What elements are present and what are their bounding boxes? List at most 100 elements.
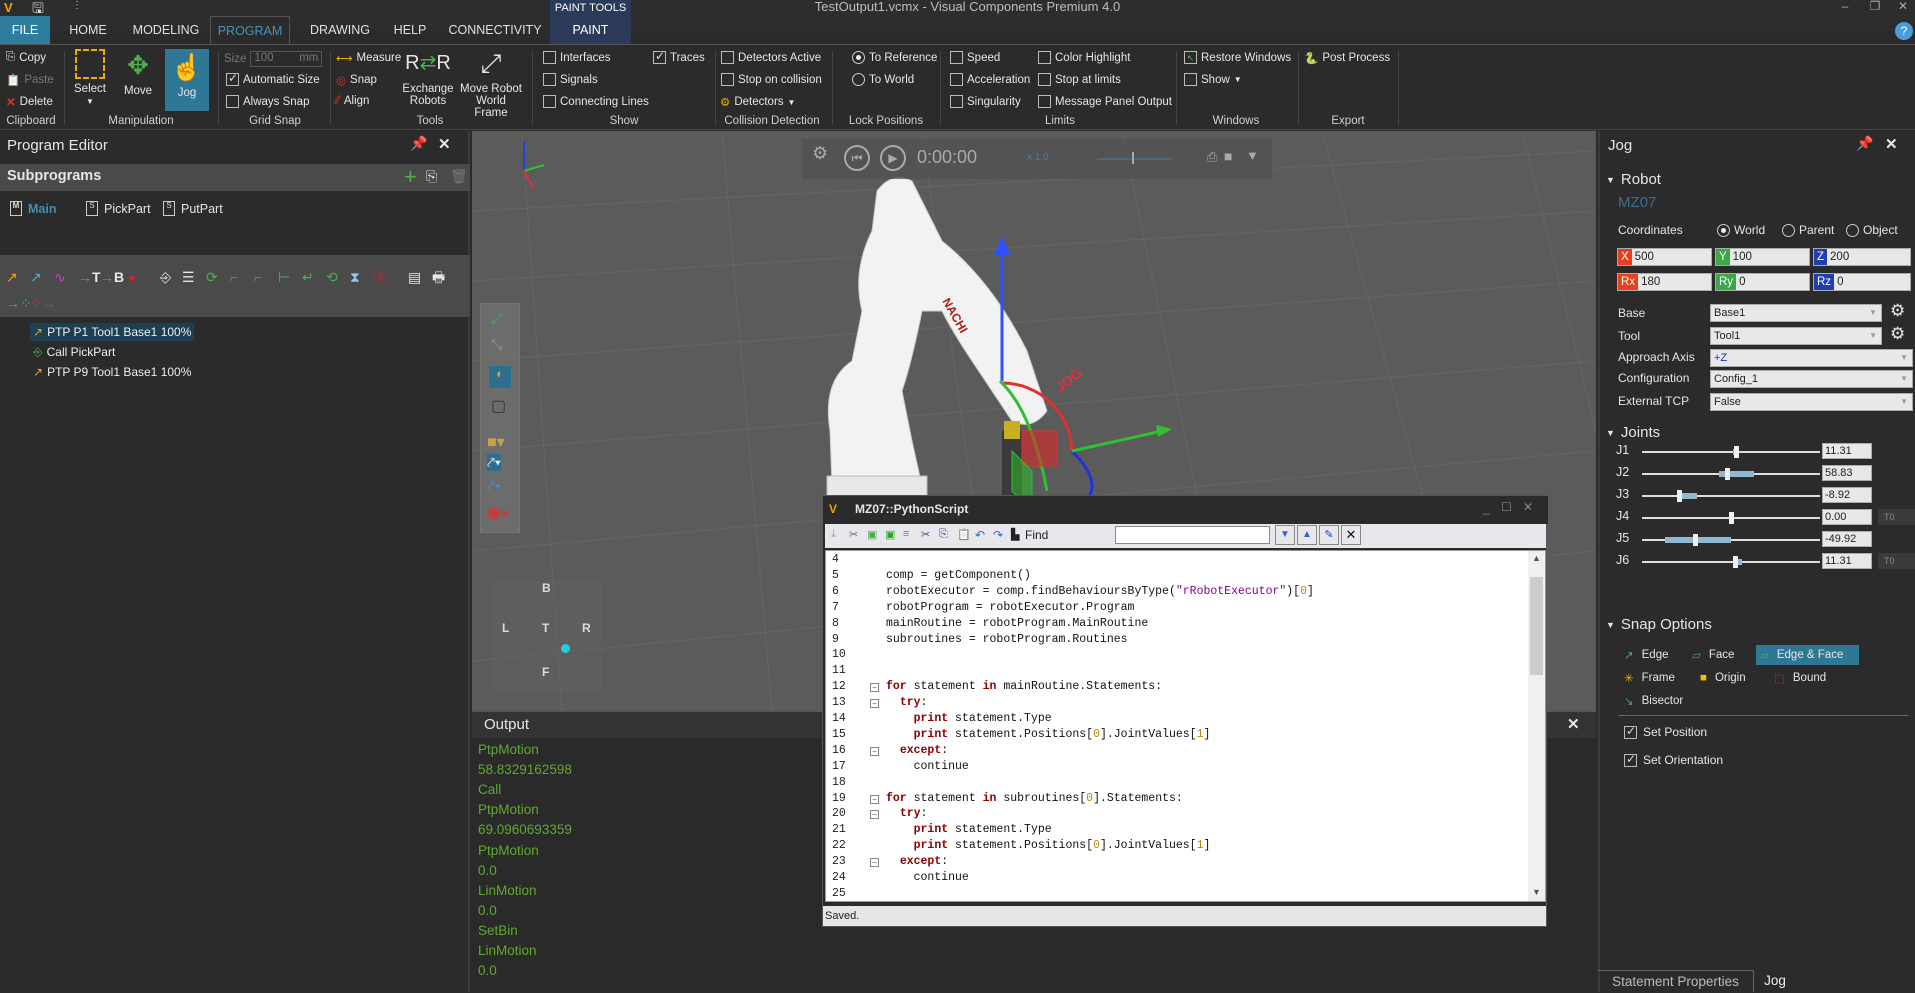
view-cube-home-dot[interactable] (561, 644, 570, 653)
joint-value-input[interactable]: 11.31 (1822, 553, 1872, 569)
render-options-icon[interactable]: ▼ (1246, 148, 1259, 163)
interfaces-checkbox[interactable]: Interfaces (543, 51, 611, 64)
code-area[interactable]: 4 5 comp = getComponent() 6 robotExecutor = … (825, 550, 1546, 902)
snap-button[interactable]: ◎ Snap (336, 73, 377, 87)
jog-button[interactable]: ☝ Jog (165, 49, 209, 111)
highlight-all-button[interactable]: ✎ (1319, 525, 1339, 545)
approach-axis-dropdown[interactable]: +Z ▼ (1710, 349, 1913, 367)
while-icon[interactable]: ⟲ (326, 269, 338, 285)
coordinates-object-radio[interactable]: Object (1846, 223, 1898, 237)
joint-turn-spinner[interactable]: T0 (1878, 553, 1915, 569)
code-line[interactable]: print statement.Type (886, 823, 1052, 836)
view-cube-back[interactable]: B (542, 581, 551, 595)
robot-section-header[interactable]: ▼ Robot (1606, 171, 1661, 188)
to-world-radio[interactable]: To World (852, 73, 914, 86)
detectors-active-checkbox[interactable]: Detectors Active (721, 51, 821, 64)
joint-value-input[interactable]: -49.92 (1822, 531, 1872, 547)
document-icon[interactable]: ▙ (1011, 528, 1019, 541)
fit-selection-icon[interactable]: ⤡ (491, 336, 502, 353)
list-icon[interactable]: ☰ (182, 269, 195, 285)
minimize-button[interactable]: – (1832, 0, 1858, 14)
close-find-button[interactable]: ✕ (1341, 525, 1361, 545)
detectors-dropdown[interactable]: ⚙ Detectors ▼ (720, 95, 795, 109)
pdf-export-icon[interactable]: ⎙ (1207, 149, 1217, 165)
align-button[interactable]: ⁄⁄ Align (336, 95, 369, 107)
code-line[interactable]: for statement in subroutines[0].Statemen… (886, 792, 1183, 805)
reset-simulation-button[interactable]: ⏮ (844, 145, 870, 171)
fold-toggle-icon[interactable]: − (870, 810, 879, 820)
joint-slider[interactable] (1642, 556, 1820, 568)
code-line[interactable]: print statement.Type (886, 712, 1052, 725)
base-settings-gear-icon[interactable]: ⚙ (1890, 301, 1905, 321)
joint-slider[interactable] (1642, 512, 1820, 524)
undo-icon[interactable]: ↶ (975, 528, 985, 542)
select-button[interactable]: Select ▼ (70, 49, 110, 108)
stop-on-collision-checkbox[interactable]: Stop on collision (721, 73, 822, 86)
code-line[interactable]: print statement.Positions[0].JointValues… (886, 839, 1211, 852)
code-line[interactable]: continue (886, 871, 969, 884)
output-signal-icon[interactable]: ⁘→ (30, 295, 56, 311)
x-field[interactable]: X 500 (1617, 248, 1712, 266)
frames-icon[interactable]: ⤤▾ (487, 454, 501, 471)
video-record-icon[interactable]: ■ (1224, 148, 1232, 164)
editor-scrollbar[interactable]: ▲ ▼ (1528, 551, 1545, 901)
snap-edge-option[interactable]: ↗ Edge (1620, 645, 1673, 665)
if-icon[interactable]: ⊢ (278, 269, 290, 285)
add-subprogram-icon[interactable]: + (404, 164, 417, 190)
always-snap-checkbox[interactable]: Always Snap (226, 95, 309, 108)
ptp-motion-icon[interactable]: ↗ (6, 269, 18, 285)
find-input[interactable] (1115, 526, 1270, 544)
joint-slider-thumb[interactable] (1677, 490, 1683, 502)
exchange-robots-button[interactable]: R⇄R Exchange Robots (402, 47, 454, 107)
record-icon[interactable]: ● (128, 269, 136, 285)
return-icon[interactable]: ↵ (302, 269, 314, 285)
fill-view-icon[interactable]: ⤢ (491, 310, 502, 327)
statement-ptp-p1[interactable]: ↗ PTP P1 Tool1 Base1 100% (30, 323, 195, 341)
snap-bound-option[interactable]: ⬚ Bound (1770, 668, 1830, 688)
external-tcp-dropdown[interactable]: False ▼ (1710, 393, 1913, 411)
play-button[interactable]: ▶ (880, 145, 906, 171)
set-orientation-checkbox[interactable]: Set Orientation (1624, 752, 1723, 767)
close-window-button[interactable]: ✕ (1890, 0, 1915, 14)
statement-ptp-p9[interactable]: ↗ PTP P9 Tool1 Base1 100% (30, 363, 194, 381)
joint-value-input[interactable]: 0.00 (1822, 509, 1872, 525)
to-reference-radio[interactable]: To Reference (852, 51, 937, 64)
find-next-button[interactable]: ▼ (1275, 525, 1295, 545)
lights-icon[interactable]: ◐ (489, 366, 511, 388)
subprogram-tab-pickpart[interactable]: S PickPart (86, 201, 151, 216)
acceleration-checkbox[interactable]: Acceleration (950, 73, 1030, 86)
debug-icon[interactable]: ✂ (849, 528, 858, 541)
tab-drawing[interactable]: DRAWING (300, 16, 380, 44)
delay-icon[interactable]: ⧗ (350, 269, 360, 285)
fold-toggle-icon[interactable]: − (870, 699, 879, 709)
configuration-dropdown[interactable]: Config_1 ▼ (1710, 370, 1913, 388)
pin-icon[interactable]: 📌 (410, 135, 427, 152)
traces-checkbox[interactable]: Traces (653, 49, 705, 64)
stop-icon[interactable]: Ⓢ (374, 269, 388, 285)
view-cube-front[interactable]: F (542, 665, 549, 679)
sim-settings-gear-icon[interactable]: ⚙ (812, 143, 828, 164)
snap-face-option[interactable]: ▱ Face (1688, 645, 1738, 665)
move-button[interactable]: ✥ Move (118, 49, 158, 97)
comment-icon[interactable]: ▤ (408, 269, 421, 285)
code-line[interactable]: subroutines = robotProgram.Routines (886, 633, 1128, 646)
joint-slider-thumb[interactable] (1729, 512, 1734, 524)
code-line[interactable]: robotProgram = robotExecutor.Program (886, 601, 1134, 614)
find-previous-button[interactable]: ▲ (1297, 525, 1317, 545)
compile-icon[interactable]: ▣ (885, 528, 895, 541)
delete-subprogram-icon[interactable]: 🗑 (450, 168, 468, 185)
wait-signal-icon[interactable]: ⌐ (230, 269, 238, 285)
joint-value-input[interactable]: 11.31 (1822, 443, 1872, 459)
statement-call-pickpart[interactable]: ⎆ Call PickPart (30, 343, 118, 361)
view-cube-top[interactable]: T (542, 621, 549, 635)
view-cube[interactable]: B L T R F (492, 581, 602, 691)
close-output-icon[interactable]: ✕ (1567, 715, 1580, 733)
render-mode-icon[interactable]: ■▾ (487, 432, 505, 452)
delete-button[interactable]: ✕ Delete (6, 95, 53, 109)
scroll-down-icon[interactable]: ▼ (1532, 887, 1541, 897)
code-line[interactable]: except: (886, 855, 948, 868)
code-line[interactable]: try: (886, 807, 928, 820)
code-line[interactable]: except: (886, 744, 948, 757)
signals-checkbox[interactable]: Signals (543, 73, 598, 86)
print-icon[interactable]: 🖶 (432, 269, 445, 285)
